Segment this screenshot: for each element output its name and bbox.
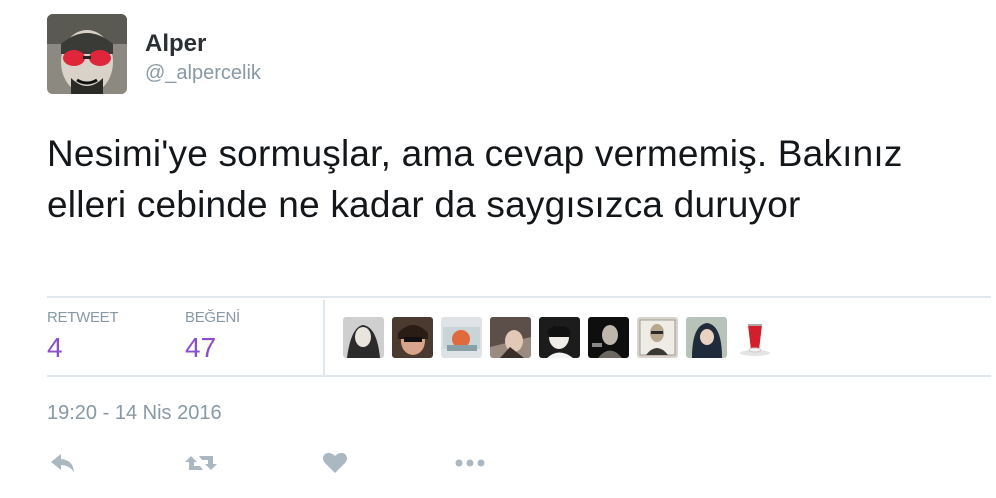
author-avatar[interactable] xyxy=(47,14,127,94)
retweet-count[interactable]: 4 xyxy=(47,332,63,364)
liker-avatar[interactable] xyxy=(343,317,384,358)
like-label: BEĞENİ xyxy=(185,309,240,326)
liker-avatar[interactable] xyxy=(490,317,531,358)
likers-list xyxy=(343,317,776,358)
stats-separator xyxy=(323,300,325,376)
tweet-text: Nesimi'ye sormuşlar, ama cevap vermemiş.… xyxy=(47,133,903,225)
liker-avatar[interactable] xyxy=(392,317,433,358)
liker-avatar[interactable] xyxy=(735,317,776,358)
like-count[interactable]: 47 xyxy=(185,332,216,364)
author-handle[interactable]: @_alpercelik xyxy=(145,62,261,85)
stats-divider-top xyxy=(47,296,991,298)
liker-avatar[interactable] xyxy=(588,317,629,358)
more-icon[interactable] xyxy=(454,452,486,479)
retweet-label: RETWEET xyxy=(47,309,119,326)
liker-avatar[interactable] xyxy=(539,317,580,358)
like-icon[interactable] xyxy=(322,452,348,479)
retweet-icon[interactable] xyxy=(185,452,217,479)
stats-divider-bottom xyxy=(47,375,991,377)
author-name[interactable]: Alper xyxy=(145,30,206,58)
reply-icon[interactable] xyxy=(50,452,76,479)
tweet-timestamp[interactable]: 19:20 - 14 Nis 2016 xyxy=(47,402,222,425)
liker-avatar[interactable] xyxy=(441,317,482,358)
liker-avatar[interactable] xyxy=(637,317,678,358)
liker-avatar[interactable] xyxy=(686,317,727,358)
